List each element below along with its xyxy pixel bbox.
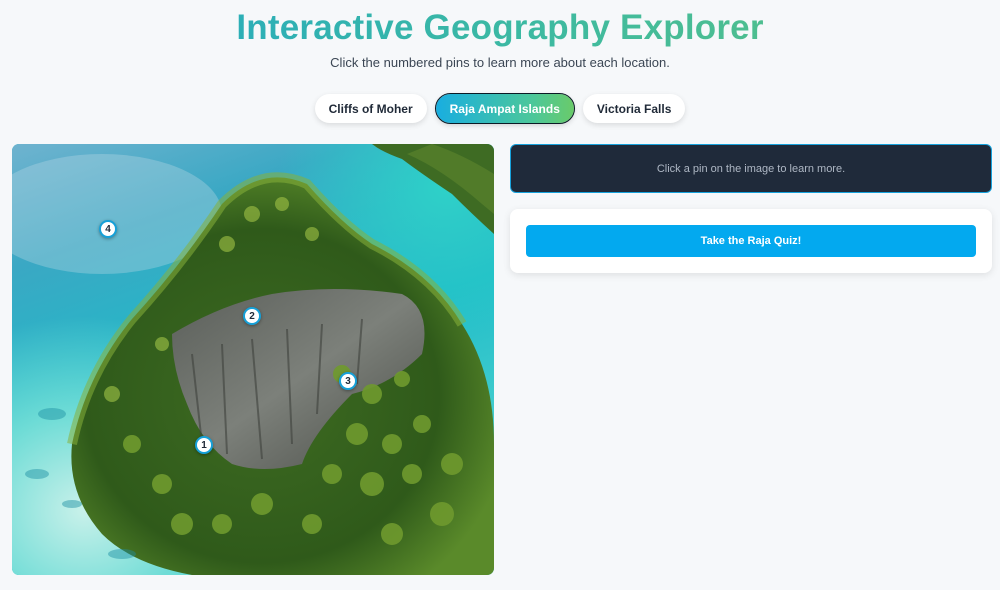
info-panel: Click a pin on the image to learn more.	[510, 144, 992, 193]
map-pin-2[interactable]: 2	[243, 307, 261, 325]
tab-raja-ampat-islands[interactable]: Raja Ampat Islands	[434, 93, 575, 124]
map-pin-3[interactable]: 3	[339, 372, 357, 390]
page-title: Interactive Geography Explorer	[0, 6, 1000, 50]
page-subtitle: Click the numbered pins to learn more ab…	[330, 55, 670, 70]
quiz-card: Take the Raja Quiz!	[510, 209, 992, 273]
location-tabs: Cliffs of Moher Raja Ampat Islands Victo…	[0, 93, 1000, 124]
info-message: Click a pin on the image to learn more.	[656, 162, 846, 175]
tab-victoria-falls[interactable]: Victoria Falls	[582, 94, 686, 123]
tab-cliffs-of-moher[interactable]: Cliffs of Moher	[314, 94, 427, 123]
map-pin-1[interactable]: 1	[195, 436, 213, 454]
island-photo	[12, 144, 494, 575]
page: Interactive Geography Explorer Click the…	[0, 0, 1000, 590]
map-pin-4[interactable]: 4	[99, 220, 117, 238]
location-image: 4 2 3 1	[12, 144, 494, 575]
take-quiz-button[interactable]: Take the Raja Quiz!	[526, 225, 976, 257]
